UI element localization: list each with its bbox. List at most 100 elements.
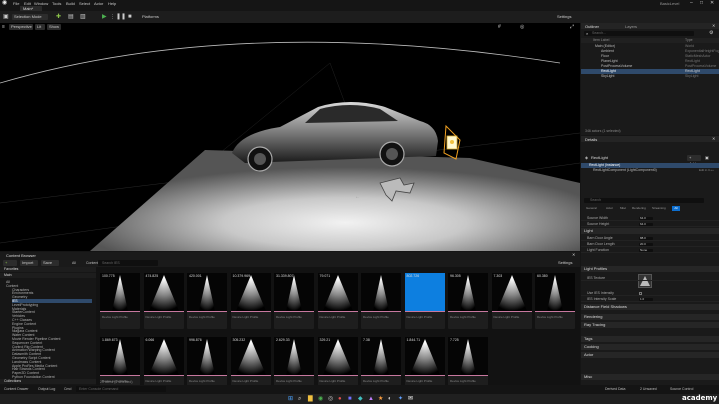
filter-tab-streaming[interactable]: Streaming (652, 206, 666, 211)
selection-mode-dropdown[interactable]: Selection Mode (12, 14, 48, 20)
use-ies-checkbox[interactable] (639, 292, 642, 295)
unsaved-button[interactable]: 2 Unsaved (640, 387, 657, 391)
taskbar-app-icon[interactable]: ✦ (398, 396, 403, 402)
asset-tile[interactable]: 60.380 Device Light Profile (535, 273, 575, 329)
property-row[interactable]: IES Texture (581, 276, 719, 281)
asset-tile[interactable]: 420.001 Device Light Profile (187, 273, 227, 329)
taskbar-app-icon[interactable]: ★ (378, 396, 383, 402)
property-value[interactable]: 64.0 (639, 223, 653, 226)
close-icon[interactable]: ✕ (710, 0, 714, 6)
menu-build[interactable]: Build (66, 1, 75, 6)
section-light[interactable]: Light (581, 228, 719, 234)
add-component-button[interactable]: + Add (687, 155, 701, 166)
play-icon[interactable]: ▶ (102, 14, 107, 20)
menu-tools[interactable]: Tools (52, 1, 61, 6)
taskbar-app-icon[interactable]: ■ (348, 396, 352, 402)
derived-data-button[interactable]: Derived Data (605, 387, 625, 391)
import-button[interactable]: Import (20, 260, 38, 266)
source-control-button[interactable]: Source Control (670, 387, 693, 391)
blueprint-add-icon[interactable]: ▣ (705, 155, 709, 161)
section-distance-field[interactable]: Distance Field Shadows (581, 304, 719, 310)
asset-tile[interactable]: 100.775 Device Light Profile (100, 273, 140, 329)
pause-icon[interactable]: ❚❚ (116, 14, 126, 20)
filter-tab-actor[interactable]: Actor (606, 206, 613, 211)
platforms-dropdown[interactable]: Platforms (140, 14, 164, 20)
taskbar-explorer-icon[interactable]: ▇ (308, 396, 313, 402)
outliner-settings-icon[interactable]: ⚙ (709, 30, 713, 36)
section-misc[interactable]: Misc (581, 374, 719, 380)
details-search[interactable]: Search (584, 198, 704, 203)
property-row[interactable]: Barn Door Angle 88.0 (581, 236, 719, 241)
asset-tile[interactable]: 474.825 Device Light Profile (143, 273, 184, 329)
taskbar-app-icon[interactable]: ◐ (388, 396, 392, 402)
rect-light-gizmo[interactable] (443, 124, 461, 160)
outliner-close-icon[interactable]: ✕ (712, 23, 715, 29)
asset-tile[interactable]: 10.379.969 Device Light Profile (230, 273, 271, 329)
taskbar-browser-icon[interactable]: ◉ (318, 396, 323, 402)
section-rendering[interactable]: Rendering (581, 314, 719, 320)
section-light-profiles[interactable]: Light Profiles (581, 266, 719, 272)
content-drawer-button[interactable]: Content Drawer (4, 387, 29, 391)
property-value[interactable]: 1.0 (639, 298, 653, 301)
col-type[interactable]: Type (685, 38, 693, 43)
level-viewport[interactable]: ← (0, 23, 580, 251)
filter-tab-general[interactable]: General (586, 206, 597, 211)
settings-button[interactable]: Settings (555, 14, 577, 20)
breadcrumb-all[interactable]: All (72, 261, 76, 265)
breadcrumb-content[interactable]: Content (86, 261, 98, 265)
floor-plane[interactable] (90, 150, 580, 251)
property-row[interactable]: Light Function None (581, 248, 719, 253)
outliner-tab[interactable]: Outliner (585, 24, 599, 29)
filter-tab-rendering[interactable]: Rendering (632, 206, 646, 211)
asset-search[interactable]: Search IES (98, 260, 158, 266)
favorites-header[interactable]: Favorites (0, 267, 96, 272)
property-row[interactable]: Source Height 64.0 (581, 222, 719, 227)
snap-grid-icon[interactable]: # (498, 24, 501, 30)
output-log-button[interactable]: Output Log (38, 387, 55, 391)
add-button[interactable]: + Add (3, 260, 17, 271)
property-value[interactable]: 64.0 (639, 217, 653, 220)
asset-tile[interactable]: 79.071 Device Light Profile (317, 273, 358, 329)
maximize-viewport-icon[interactable]: ⤢ (570, 24, 574, 30)
section-actor[interactable]: Actor (581, 352, 719, 358)
edit-in-cpp-link[interactable]: Edit in C++ (699, 168, 714, 173)
camera-speed-icon[interactable]: ◎ (520, 24, 524, 30)
cmd-dropdown[interactable]: Cmd (64, 387, 71, 391)
play-options-icon[interactable]: ⋮ (110, 14, 115, 20)
unreal-logo-icon[interactable]: ◉ (2, 0, 7, 6)
lit-button[interactable]: Lit (35, 24, 45, 30)
property-row[interactable]: Barn Door Length 20.0 (581, 242, 719, 247)
asset-tile[interactable]: 802.726 Device Light Profile (404, 273, 445, 329)
collections-header[interactable]: Collections (0, 379, 96, 384)
details-tab[interactable]: Details (585, 137, 597, 142)
show-button[interactable]: Show (47, 24, 61, 30)
create-actor-icon[interactable]: ✚ (56, 14, 61, 20)
stop-icon[interactable]: ■ (128, 14, 132, 20)
asset-tile[interactable]: 31.339.807 Device Light Profile (274, 273, 314, 329)
taskbar-app-icon[interactable]: ● (338, 396, 342, 402)
taskbar-app-icon[interactable]: ◆ (358, 396, 363, 402)
menu-file[interactable]: File (13, 1, 19, 6)
asset-tile[interactable]: Device Light Profile (361, 273, 401, 329)
console-input[interactable]: Enter Console Command (76, 386, 166, 392)
taskbar-search-icon[interactable]: ⌕ (298, 396, 301, 402)
taskbar-app-icon[interactable]: ▲ (368, 396, 374, 402)
actor-name-field[interactable]: RectLight (591, 155, 608, 160)
filter-tab-all[interactable]: All (672, 206, 680, 211)
folder-root[interactable]: Main (0, 273, 96, 278)
cinematics-icon[interactable]: ▥ (80, 14, 86, 20)
save-icon[interactable]: ▣ (3, 14, 9, 20)
outliner-search[interactable]: ⌕ Search... (584, 31, 694, 36)
taskbar-unreal-icon[interactable]: ◎ (328, 396, 333, 402)
property-value[interactable]: None (639, 249, 653, 252)
cb-close-icon[interactable]: ✕ (572, 252, 575, 258)
asset-tile[interactable]: 7.303 Device Light Profile (491, 273, 532, 329)
content-browser-tab[interactable]: Content Browser (6, 253, 36, 258)
details-close-icon[interactable]: ✕ (712, 136, 715, 142)
perspective-button[interactable]: Perspective (9, 24, 33, 30)
outliner-row[interactable]: SkyLight SkyLight (581, 74, 719, 79)
menu-help[interactable]: Help (108, 1, 116, 6)
filter-tab-misc[interactable]: Misc (620, 206, 626, 211)
maximize-icon[interactable]: □ (700, 0, 703, 6)
menu-select[interactable]: Select (79, 1, 90, 6)
